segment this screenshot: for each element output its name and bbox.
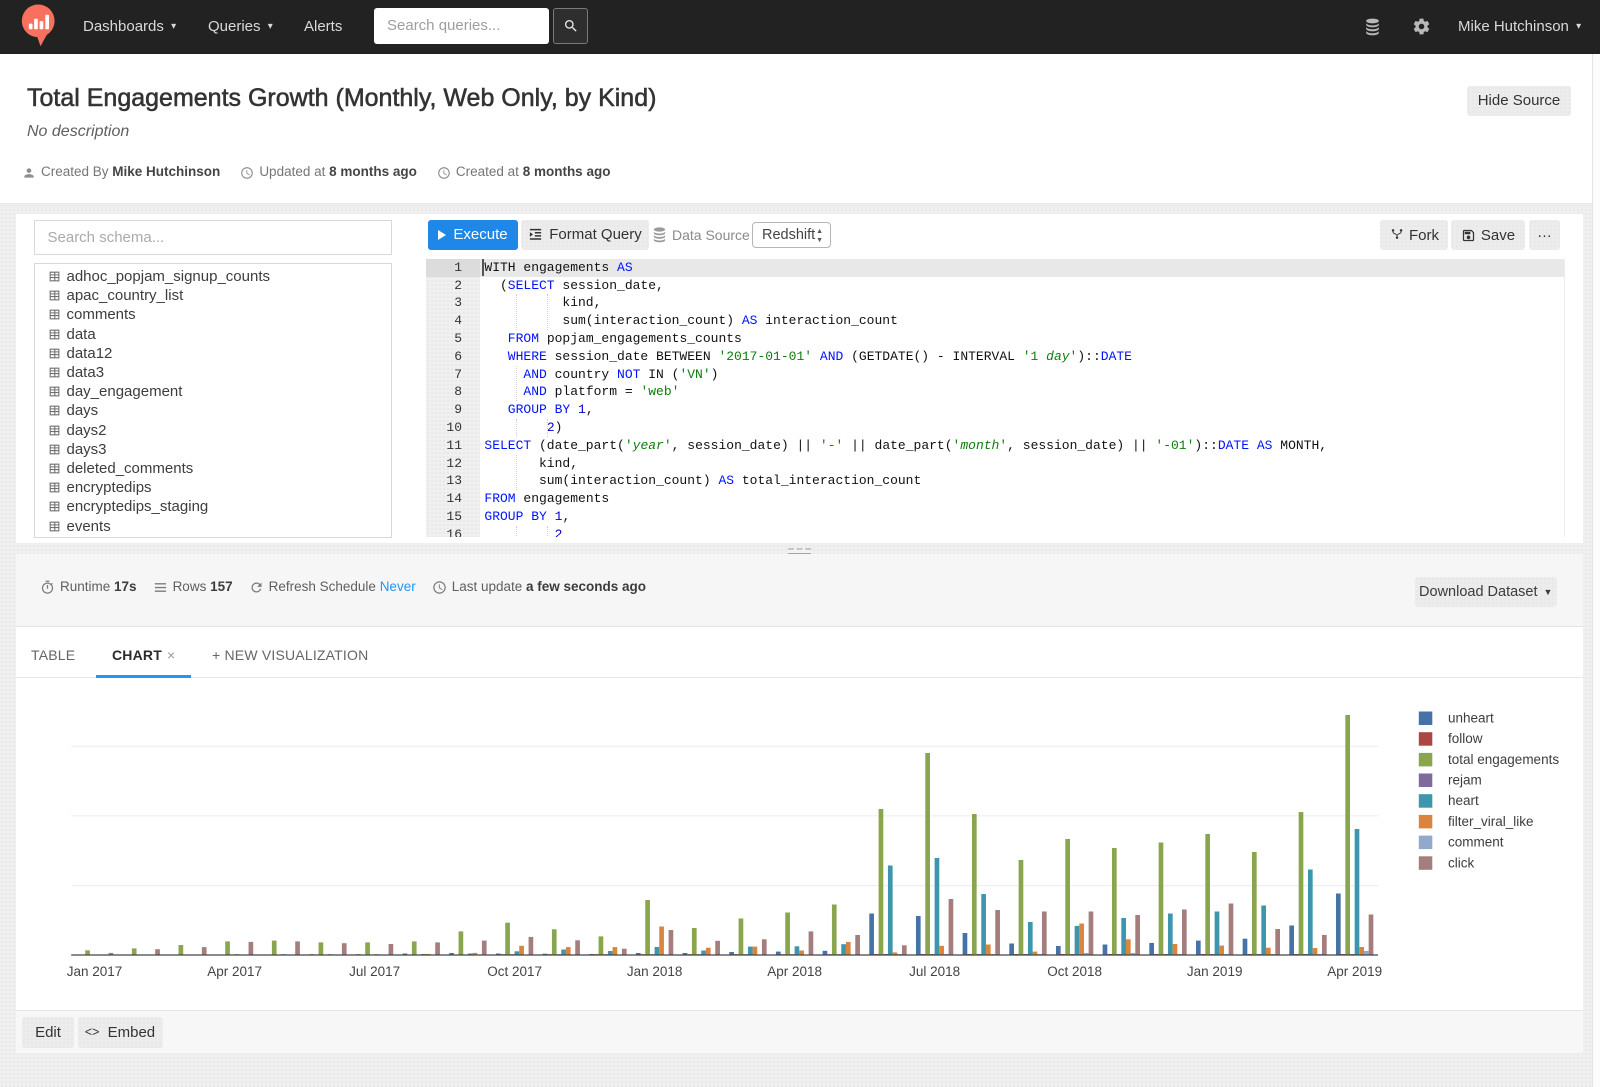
svg-text:Jan 2018: Jan 2018 [627,964,683,979]
svg-text:unheart: unheart [1448,711,1494,726]
svg-text:Jan 2017: Jan 2017 [67,964,123,979]
svg-text:click: click [1448,855,1474,870]
svg-text:Apr 2018: Apr 2018 [767,964,822,979]
svg-text:rejam: rejam [1448,773,1482,788]
svg-text:Jul 2018: Jul 2018 [909,964,960,979]
svg-text:total engagements: total engagements [1448,752,1559,767]
svg-text:Jul 2017: Jul 2017 [349,964,400,979]
svg-text:filter_viral_like: filter_viral_like [1448,814,1534,829]
svg-text:Oct 2018: Oct 2018 [1047,964,1102,979]
svg-text:Apr 2017: Apr 2017 [207,964,262,979]
svg-text:follow: follow [1448,731,1483,746]
svg-text:Apr 2019: Apr 2019 [1327,964,1382,979]
svg-text:heart: heart [1448,793,1479,808]
svg-text:Jan 2019: Jan 2019 [1187,964,1243,979]
svg-text:comment: comment [1448,835,1504,850]
svg-text:Oct 2017: Oct 2017 [487,964,542,979]
